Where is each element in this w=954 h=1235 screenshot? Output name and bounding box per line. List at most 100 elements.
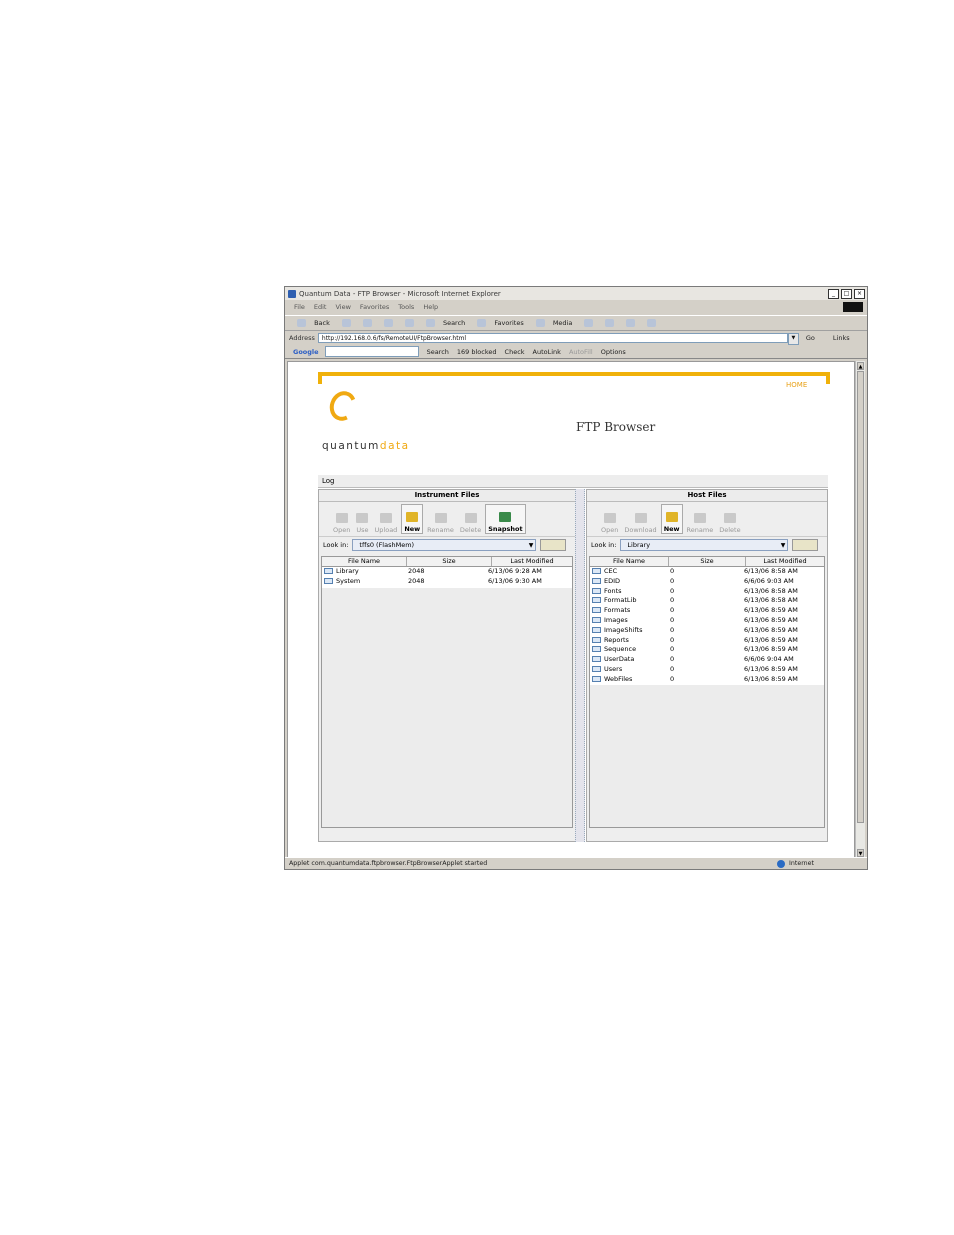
- host-files-header: Host Files: [587, 490, 827, 502]
- menu-help[interactable]: Help: [423, 303, 438, 311]
- table-row[interactable]: FormatLib 0 6/13/06 8:58 AM: [590, 596, 824, 606]
- instrument-rename-button[interactable]: Rename: [425, 504, 456, 534]
- table-row[interactable]: Library 2048 6/13/06 9:28 AM: [322, 567, 572, 577]
- instrument-new-button[interactable]: New: [401, 504, 424, 534]
- instrument-look-in-select[interactable]: tffs0 (FlashMem) ▼: [352, 539, 537, 551]
- back-button[interactable]: Back: [291, 319, 330, 327]
- edit-button[interactable]: [641, 319, 657, 327]
- links-button[interactable]: Links: [833, 334, 850, 342]
- search-button[interactable]: Search: [420, 319, 465, 327]
- google-search-input[interactable]: [324, 346, 419, 357]
- popup-blocked-counter[interactable]: 169 blocked: [457, 348, 497, 356]
- log-bar[interactable]: Log: [318, 475, 828, 488]
- file-name-cell: EDID: [590, 577, 668, 587]
- button-label: New: [404, 525, 421, 533]
- autofill-button[interactable]: AutoFill: [569, 348, 593, 356]
- instrument-upload-button[interactable]: Upload: [373, 504, 400, 534]
- col-last-modified[interactable]: Last Modified: [492, 557, 572, 566]
- up-folder-button[interactable]: [792, 539, 819, 551]
- instrument-use-button[interactable]: Use: [354, 504, 370, 534]
- table-row[interactable]: UserData 0 6/6/06 9:04 AM: [590, 655, 824, 665]
- google-search-button[interactable]: Search: [427, 348, 449, 356]
- file-size: 0: [670, 596, 675, 605]
- scroll-up-button[interactable]: ▲: [857, 362, 864, 370]
- split-pane-divider[interactable]: [575, 489, 585, 842]
- table-row[interactable]: Fonts 0 6/13/06 8:58 AM: [590, 587, 824, 597]
- file-modified: 6/13/06 8:59 AM: [744, 625, 798, 634]
- instrument-snapshot-button[interactable]: Snapshot: [485, 504, 526, 534]
- col-file-name[interactable]: File Name: [590, 557, 669, 566]
- google-logo[interactable]: Google: [293, 348, 319, 356]
- table-row[interactable]: Reports 0 6/13/06 8:59 AM: [590, 636, 824, 646]
- file-modified: 6/13/06 8:58 AM: [744, 567, 798, 575]
- host-download-button[interactable]: Download: [622, 504, 658, 534]
- table-row[interactable]: WebFiles 0 6/13/06 8:59 AM: [590, 675, 824, 685]
- menu-file[interactable]: File: [294, 303, 305, 311]
- file-size: 0: [670, 625, 675, 634]
- history-button[interactable]: [578, 319, 594, 327]
- host-open-button[interactable]: Open: [599, 504, 620, 534]
- table-row[interactable]: Sequence 0 6/13/06 8:59 AM: [590, 645, 824, 655]
- chevron-down-icon: ▼: [780, 542, 786, 549]
- col-size[interactable]: Size: [407, 557, 492, 566]
- stop-icon: [362, 319, 372, 327]
- file-name: UserData: [604, 655, 635, 664]
- standard-toolbar: Back Search Favorites Media: [285, 315, 867, 331]
- host-look-in-select[interactable]: Library ▼: [620, 539, 789, 551]
- header-bracket: [318, 372, 830, 384]
- logo-wordmark: quantumdata: [322, 440, 410, 452]
- scroll-down-button[interactable]: ▼: [857, 849, 864, 857]
- google-toolbar: Google Search 169 blocked Check AutoLink…: [285, 345, 867, 359]
- col-last-modified[interactable]: Last Modified: [746, 557, 824, 566]
- stop-button[interactable]: [357, 319, 372, 327]
- refresh-button[interactable]: [378, 319, 393, 327]
- table-row[interactable]: Images 0 6/13/06 8:59 AM: [590, 616, 824, 626]
- maximize-button[interactable]: □: [841, 288, 852, 299]
- address-input[interactable]: http://192.168.0.6/fs/RemoteUI/FtpBrowse…: [317, 332, 799, 345]
- print-button[interactable]: [620, 319, 636, 327]
- autolink-button[interactable]: AutoLink: [533, 348, 561, 356]
- options-button[interactable]: Options: [601, 348, 626, 356]
- menu-tools[interactable]: Tools: [398, 303, 414, 311]
- mail-button[interactable]: [599, 319, 615, 327]
- back-arrow-icon: [297, 319, 306, 327]
- file-name-cell: Sequence: [590, 645, 668, 655]
- home-link[interactable]: HOME: [786, 381, 807, 389]
- instrument-open-button[interactable]: Open: [331, 504, 352, 534]
- table-row[interactable]: Formats 0 6/13/06 8:59 AM: [590, 606, 824, 616]
- menu-view[interactable]: View: [335, 303, 350, 311]
- browser-window: Quantum Data - FTP Browser - Microsoft I…: [284, 286, 868, 870]
- file-modified: 6/13/06 8:59 AM: [744, 674, 798, 683]
- instrument-delete-button[interactable]: Delete: [458, 504, 483, 534]
- forward-button[interactable]: [336, 319, 351, 327]
- menu-edit[interactable]: Edit: [314, 303, 327, 311]
- up-folder-button[interactable]: [540, 539, 567, 551]
- table-row[interactable]: Users 0 6/13/06 8:59 AM: [590, 665, 824, 675]
- go-button[interactable]: Go: [806, 334, 815, 342]
- host-new-button[interactable]: New: [660, 504, 683, 534]
- vertical-scrollbar[interactable]: ▲ ▼: [855, 361, 865, 858]
- col-file-name[interactable]: File Name: [322, 557, 407, 566]
- table-row[interactable]: System 2048 6/13/06 9:30 AM: [322, 577, 572, 587]
- media-button[interactable]: Media: [530, 319, 572, 327]
- folder-icon: [592, 568, 601, 574]
- edit-icon: [647, 319, 657, 327]
- table-row[interactable]: CEC 0 6/13/06 8:58 AM: [590, 567, 824, 577]
- table-row[interactable]: EDID 0 6/6/06 9:03 AM: [590, 577, 824, 587]
- host-rename-button[interactable]: Rename: [685, 504, 716, 534]
- new-folder-icon: [665, 512, 678, 522]
- col-size[interactable]: Size: [669, 557, 746, 566]
- windows-logo-icon: [843, 302, 863, 312]
- close-button[interactable]: ×: [854, 288, 865, 299]
- file-name-cell: Images: [590, 616, 668, 626]
- spell-check-button[interactable]: Check: [505, 348, 525, 356]
- menu-favorites[interactable]: Favorites: [360, 303, 389, 311]
- scroll-thumb[interactable]: [857, 371, 864, 823]
- address-dropdown-button[interactable]: ▼: [787, 332, 799, 345]
- favorites-button[interactable]: Favorites: [471, 319, 524, 327]
- table-row[interactable]: ImageShifts 0 6/13/06 8:59 AM: [590, 626, 824, 636]
- minimize-button[interactable]: _: [828, 288, 839, 299]
- home-button[interactable]: [399, 319, 414, 327]
- ie-icon: [288, 289, 296, 298]
- host-delete-button[interactable]: Delete: [717, 504, 742, 534]
